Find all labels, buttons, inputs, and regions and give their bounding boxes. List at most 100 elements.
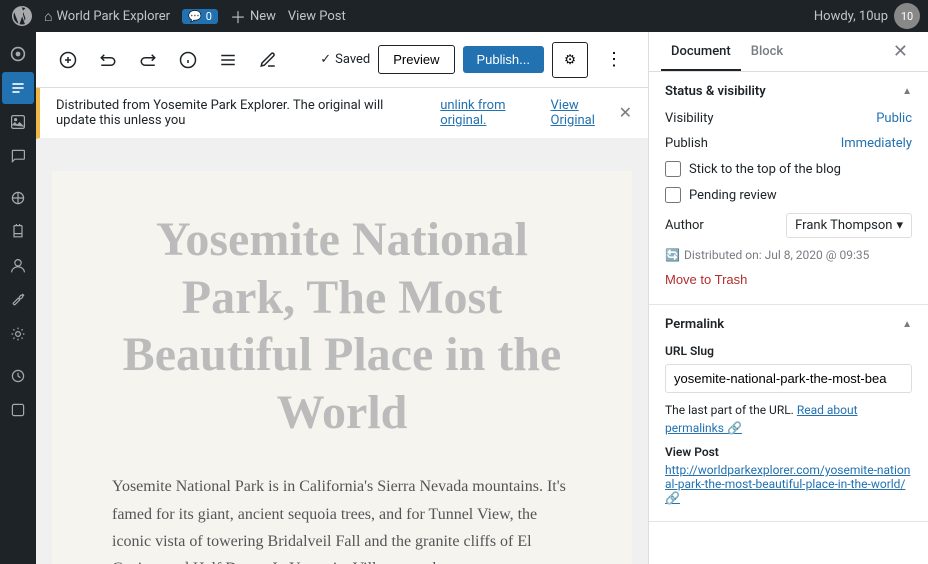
status-visibility-body: Visibility Public Publish Immediately St… (649, 111, 928, 304)
settings-icon: ⚙ (564, 52, 576, 68)
move-to-trash-button[interactable]: Move to Trash (665, 272, 747, 287)
plus-icon: ＋ (230, 4, 246, 28)
sidebar-plugins[interactable] (2, 216, 34, 248)
sidebar-extra1[interactable] (2, 360, 34, 392)
publish-label: Publish... (477, 52, 530, 67)
visibility-row: Visibility Public (665, 111, 912, 126)
publish-row: Publish Immediately (665, 136, 912, 151)
status-visibility-header[interactable]: Status & visibility ▲ (649, 72, 928, 111)
view-post-url-link[interactable]: http://worldparkexplorer.com/yosemite-na… (665, 463, 910, 505)
user-avatar[interactable]: 10 (894, 3, 920, 29)
stick-to-top-label: Stick to the top of the blog (689, 162, 841, 177)
settings-button[interactable]: ⚙ (552, 42, 588, 78)
preview-label: Preview (393, 52, 439, 67)
author-select[interactable]: Frank Thompson ▾ (786, 213, 912, 238)
view-post-link[interactable]: View Post (288, 9, 346, 24)
sidebar-extra2[interactable] (2, 394, 34, 426)
status-visibility-title: Status & visibility (665, 84, 766, 99)
sidebar-users[interactable] (2, 250, 34, 282)
publish-value: Immediately (841, 136, 912, 151)
url-slug-input[interactable] (665, 364, 912, 393)
sidebar-media[interactable] (2, 106, 34, 138)
distributed-info: 🔄 Distributed on: Jul 8, 2020 @ 09:35 (665, 248, 912, 262)
publish-button[interactable]: Publish... (463, 46, 544, 73)
tools-button[interactable] (252, 44, 284, 76)
sidebar-posts[interactable] (2, 72, 34, 104)
add-block-button[interactable] (52, 44, 84, 76)
redo-button[interactable] (132, 44, 164, 76)
more-icon: ⋮ (605, 49, 623, 70)
view-post-label: View Post (665, 445, 912, 459)
howdy-text: Howdy, 10up (814, 9, 888, 24)
new-label: New (250, 9, 276, 24)
permalink-info: The last part of the URL. Read about per… (665, 401, 912, 437)
editor-layout: ✓ Saved Preview Publish... ⚙ ⋮ Distribut… (0, 32, 928, 564)
external-link-icon: 🔗 (727, 421, 742, 435)
stick-to-top-checkbox[interactable] (665, 161, 681, 177)
admin-bar: ⌂ World Park Explorer 💬 0 ＋ New View Pos… (0, 0, 928, 32)
post-body[interactable]: Yosemite National Park is in California'… (112, 473, 572, 564)
preview-button[interactable]: Preview (378, 45, 454, 74)
avatar-initials: 10 (901, 10, 913, 23)
distributed-icon: 🔄 (665, 248, 680, 262)
visibility-value-link[interactable]: Public (876, 111, 912, 126)
pending-review-checkbox[interactable] (665, 187, 681, 203)
new-content-link[interactable]: ＋ New (230, 4, 276, 28)
unlink-label: unlink from original. (440, 98, 505, 128)
permalink-header[interactable]: Permalink ▲ (649, 305, 928, 344)
publish-value-link[interactable]: Immediately (841, 136, 912, 151)
pending-review-label: Pending review (689, 188, 777, 203)
view-original-link[interactable]: View Original (551, 98, 611, 128)
view-post-text: View Post (288, 9, 346, 24)
chevron-up-icon: ▲ (902, 86, 912, 97)
editor-canvas[interactable]: Yosemite National Park, The Most Beautif… (52, 171, 632, 564)
tab-document[interactable]: Document (661, 32, 741, 71)
post-title[interactable]: Yosemite National Park, The Most Beautif… (112, 211, 572, 441)
permalink-section: Permalink ▲ URL Slug The last part of th… (649, 305, 928, 522)
author-label: Author (665, 218, 704, 233)
notification-text: Distributed from Yosemite Park Explorer.… (56, 98, 421, 128)
home-icon: ⌂ (44, 8, 52, 25)
editor-content[interactable]: Yosemite National Park, The Most Beautif… (36, 139, 648, 564)
sidebar-tabs: Document Block ✕ (649, 32, 928, 72)
admin-bar-site[interactable]: ⌂ World Park Explorer (44, 8, 170, 25)
permalink-info-text: The last part of the URL. (665, 403, 794, 417)
sidebar-tools[interactable] (2, 284, 34, 316)
tab-document-label: Document (671, 44, 731, 59)
tab-block[interactable]: Block (741, 32, 793, 71)
sidebar-appearance[interactable] (2, 182, 34, 214)
comments-count: 0 (206, 10, 212, 23)
adminbar-right: Howdy, 10up 10 (814, 3, 920, 29)
tab-block-label: Block (751, 44, 783, 59)
view-original-label: View Original (551, 98, 595, 128)
wp-admin-sidebar (0, 32, 36, 564)
wp-logo[interactable] (8, 2, 36, 30)
sidebar-settings[interactable] (2, 318, 34, 350)
notification-banner: Distributed from Yosemite Park Explorer.… (36, 88, 648, 139)
undo-button[interactable] (92, 44, 124, 76)
info-button[interactable] (172, 44, 204, 76)
permalink-chevron-icon: ▲ (902, 319, 912, 330)
status-visibility-section: Status & visibility ▲ Visibility Public … (649, 72, 928, 305)
distributed-text: Distributed on: Jul 8, 2020 @ 09:35 (684, 248, 869, 262)
url-slug-label: URL Slug (665, 344, 912, 358)
stick-to-top-row: Stick to the top of the blog (665, 161, 912, 177)
more-options-button[interactable]: ⋮ (596, 42, 632, 78)
list-view-button[interactable] (212, 44, 244, 76)
sidebar-close-button[interactable]: ✕ (885, 33, 916, 70)
view-post-section: View Post http://worldparkexplorer.com/y… (665, 445, 912, 505)
sidebar-dashboard[interactable] (2, 38, 34, 70)
pending-review-row: Pending review (665, 187, 912, 203)
publish-label-text: Publish (665, 136, 708, 151)
saved-indicator: ✓ Saved (320, 52, 370, 67)
sidebar-comments[interactable] (2, 140, 34, 172)
author-row: Author Frank Thompson ▾ (665, 213, 912, 238)
unlink-original-link[interactable]: unlink from original. (440, 98, 531, 128)
saved-text: Saved (335, 52, 370, 67)
comments-link[interactable]: 💬 0 (182, 9, 218, 24)
move-to-trash-label: Move to Trash (665, 272, 747, 287)
notification-close-button[interactable]: ✕ (619, 103, 632, 123)
editor-main: ✓ Saved Preview Publish... ⚙ ⋮ Distribut… (36, 32, 648, 564)
author-dropdown-icon: ▾ (896, 218, 903, 233)
permalink-title: Permalink (665, 317, 724, 332)
